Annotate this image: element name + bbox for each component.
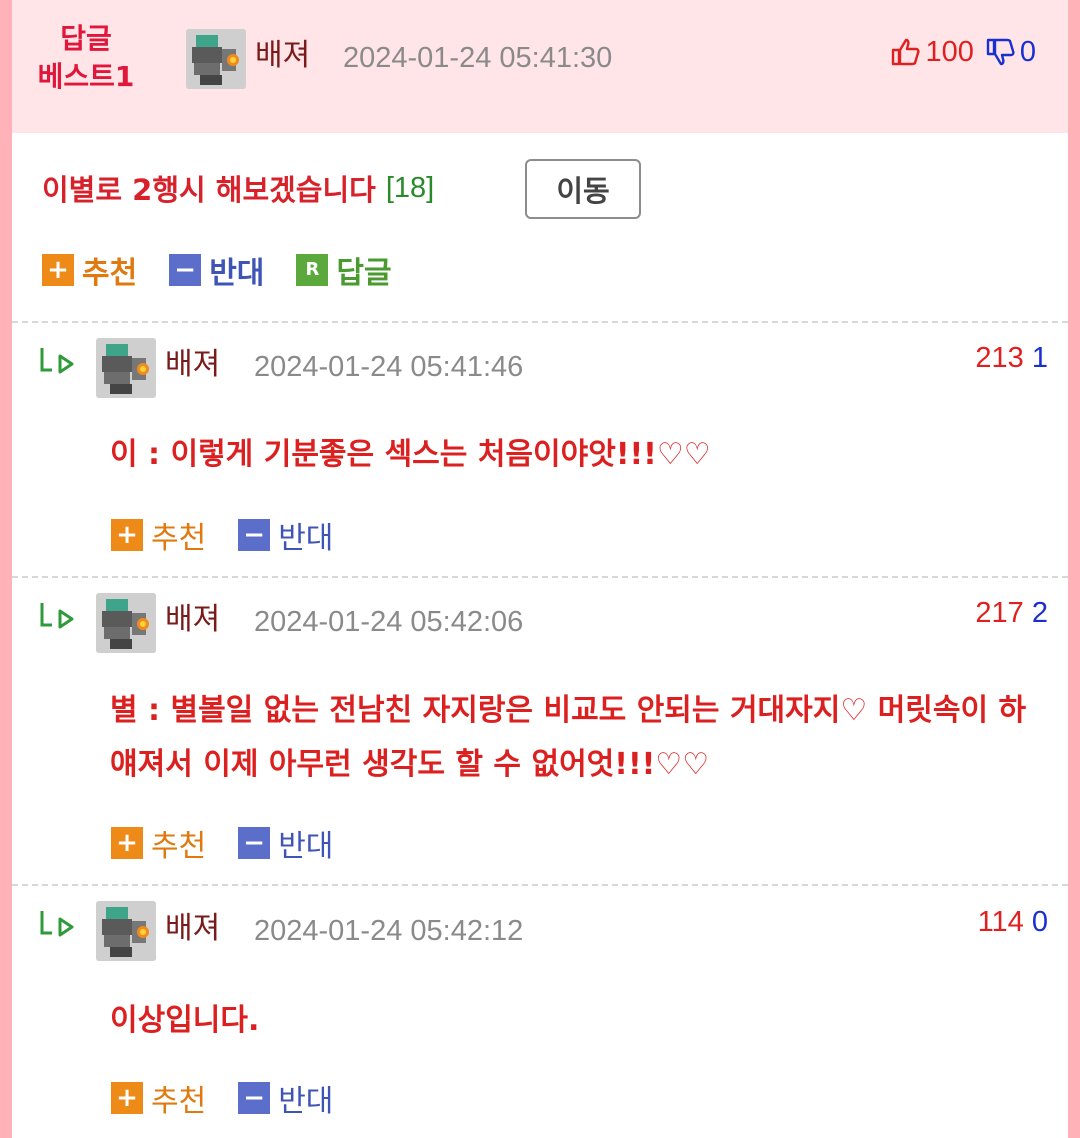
comment-actions: + 추천 − 반대 <box>111 513 365 557</box>
recommend-label: 추천 <box>151 521 207 556</box>
avatar[interactable] <box>186 29 246 89</box>
comment-votes: 217 2 <box>975 597 1048 630</box>
comment-datetime: 2024-01-24 05:42:12 <box>254 915 524 947</box>
plus-icon: + <box>111 1082 143 1114</box>
downvote-count: 2 <box>1031 597 1048 629</box>
post-title[interactable]: 이별로 2행시 해보겠습니다 <box>42 167 376 209</box>
upvote-count: 217 <box>975 597 1024 629</box>
post-title-row: 이별로 2행시 해보겠습니다 [18] <box>42 166 434 210</box>
author-name[interactable]: 배져 <box>165 347 220 383</box>
recommend-label: 추천 <box>151 1084 207 1119</box>
recommend-button[interactable]: + 추천 <box>111 1076 206 1120</box>
thumbs-up-icon[interactable] <box>889 36 921 68</box>
thumbs-down-icon[interactable] <box>984 36 1016 68</box>
oppose-label: 반대 <box>278 829 334 864</box>
reply-label: 답글 <box>336 256 392 291</box>
oppose-label: 반대 <box>278 1084 334 1119</box>
comment-text: 별 : 별볼일 없는 전남친 자지랑은 비교도 안되는 거대자지♡ 머릿속이 하… <box>110 693 1027 782</box>
upvote-count: 100 <box>925 35 974 68</box>
reply-arrow-icon <box>40 603 74 629</box>
downvote-count: 0 <box>1031 906 1048 938</box>
best-label-line1: 답글 <box>60 22 112 55</box>
reply-arrow-icon <box>40 348 74 374</box>
post-datetime: 2024-01-24 05:41:30 <box>343 42 613 74</box>
comment-datetime: 2024-01-24 05:41:46 <box>254 351 524 383</box>
best-label-line2: 베스트1 <box>37 60 135 93</box>
oppose-button[interactable]: − 반대 <box>238 821 333 865</box>
best-reply-header: 답글 베스트1 배져 2024-01-24 05:41:30 100 0 <box>12 0 1068 133</box>
reply-arrow-icon <box>40 911 74 937</box>
minus-icon: − <box>238 827 271 859</box>
robot-avatar-icon <box>96 901 156 961</box>
post-actions: + 추천 − 반대 R 답글 <box>42 248 424 292</box>
oppose-label: 반대 <box>278 521 334 556</box>
reply-button[interactable]: R 답글 <box>296 248 392 292</box>
comment-votes: 114 0 <box>978 906 1048 939</box>
recommend-label: 추천 <box>151 829 207 864</box>
plus-icon: + <box>111 519 143 551</box>
comment-thread: 답글 베스트1 배져 2024-01-24 05:41:30 100 0 이별로… <box>12 0 1068 1138</box>
recommend-button[interactable]: + 추천 <box>42 248 137 292</box>
author-name[interactable]: 배져 <box>165 602 220 638</box>
minus-icon: − <box>238 519 271 551</box>
author-name[interactable]: 배져 <box>255 38 310 74</box>
comment-actions: + 추천 − 반대 <box>111 821 365 865</box>
oppose-button[interactable]: − 반대 <box>238 513 333 557</box>
oppose-button[interactable]: − 반대 <box>169 248 264 292</box>
minus-icon: − <box>169 254 202 286</box>
plus-icon: + <box>42 254 74 286</box>
comment-text: 이 : 이렇게 기분좋은 섹스는 처음이야앗!!!♡♡ <box>110 437 711 472</box>
comment-datetime: 2024-01-24 05:42:06 <box>254 606 524 638</box>
r-icon: R <box>296 254 329 286</box>
recommend-label: 추천 <box>82 256 138 291</box>
divider <box>12 576 1068 578</box>
oppose-button[interactable]: − 반대 <box>238 1076 333 1120</box>
divider <box>12 884 1068 886</box>
downvote-count: 1 <box>1031 342 1048 374</box>
minus-icon: − <box>238 1082 271 1114</box>
avatar[interactable] <box>96 338 156 398</box>
robot-avatar-icon <box>186 29 246 89</box>
avatar[interactable] <box>96 901 156 961</box>
upvote-count: 114 <box>977 906 1024 938</box>
oppose-label: 반대 <box>209 256 265 291</box>
downvote-count: 0 <box>1019 35 1036 68</box>
post-votes: 100 0 <box>889 34 1036 70</box>
reply-count: [18] <box>385 171 435 204</box>
recommend-button[interactable]: + 추천 <box>111 513 206 557</box>
best-reply-badge: 답글 베스트1 <box>36 20 136 96</box>
upvote-count: 213 <box>975 342 1024 374</box>
author-name[interactable]: 배져 <box>165 911 220 947</box>
comment-text: 이상입니다. <box>110 1003 260 1038</box>
divider <box>12 321 1068 323</box>
robot-avatar-icon <box>96 338 156 398</box>
avatar[interactable] <box>96 593 156 653</box>
comment-votes: 213 1 <box>975 342 1048 375</box>
plus-icon: + <box>111 827 143 859</box>
robot-avatar-icon <box>96 593 156 653</box>
move-button[interactable]: 이동 <box>525 159 641 219</box>
comment-actions: + 추천 − 반대 <box>111 1076 365 1120</box>
recommend-button[interactable]: + 추천 <box>111 821 206 865</box>
